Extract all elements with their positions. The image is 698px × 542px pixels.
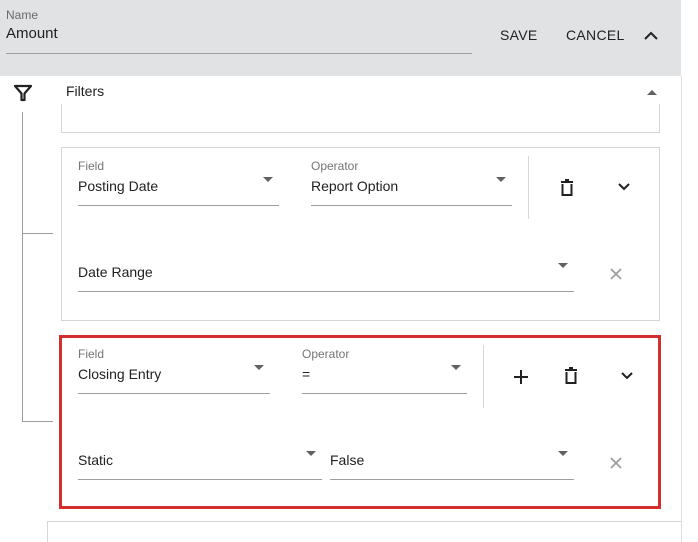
value-select[interactable]: False [330, 452, 364, 468]
action-separator [528, 156, 529, 219]
clear-value-button[interactable] [609, 456, 623, 470]
close-icon [610, 268, 622, 280]
collapse-header-button[interactable] [642, 28, 660, 42]
trash-icon [565, 367, 577, 384]
value-select[interactable]: Date Range [78, 264, 153, 280]
save-button[interactable]: SAVE [500, 27, 538, 43]
value-underline [78, 291, 574, 292]
previous-filter-card [61, 104, 660, 133]
field-select[interactable]: Closing Entry [78, 366, 161, 382]
filters-title: Filters [66, 83, 105, 99]
dropdown-arrow-icon [306, 451, 316, 456]
dropdown-arrow-icon [263, 177, 273, 182]
clear-value-button[interactable] [609, 267, 623, 281]
chevron-up-icon [644, 31, 658, 40]
plus-icon [514, 370, 528, 384]
field-label: Field [78, 347, 105, 361]
delete-group-button[interactable] [563, 367, 579, 385]
filter-toggle[interactable] [13, 83, 33, 103]
panel-right-border [681, 76, 682, 542]
filters-collapse-button[interactable] [646, 88, 658, 96]
field-label: Field [78, 159, 105, 173]
expand-group-button[interactable] [620, 371, 634, 381]
dropdown-arrow-icon [558, 451, 568, 456]
action-separator [483, 345, 484, 408]
chevron-down-icon [621, 372, 633, 380]
dropdown-arrow-icon [558, 263, 568, 268]
dropdown-arrow-icon [451, 365, 461, 370]
triangle-up-icon [647, 90, 657, 95]
filter-icon [13, 84, 33, 102]
cancel-button[interactable]: CANCEL [566, 27, 625, 43]
dropdown-arrow-icon [496, 177, 506, 182]
trash-icon [561, 179, 573, 196]
name-field-input[interactable]: Amount [6, 25, 58, 42]
operator-select[interactable]: Report Option [311, 178, 398, 194]
selected-filter-group-card [59, 335, 661, 509]
operator-label: Operator [302, 347, 350, 361]
value-type-underline [78, 479, 322, 480]
operator-underline [311, 205, 512, 206]
chevron-down-icon [618, 183, 630, 191]
dropdown-arrow-icon [254, 365, 264, 370]
field-underline [78, 205, 279, 206]
filters-container-bottom [47, 521, 681, 542]
tree-branch-2 [22, 421, 53, 422]
operator-select[interactable]: = [302, 366, 310, 382]
tree-branch-1 [22, 233, 53, 234]
name-field-label: Name [6, 8, 39, 22]
filter-group-card [61, 147, 660, 321]
value-type-select[interactable]: Static [78, 452, 113, 468]
delete-group-button[interactable] [559, 179, 575, 197]
add-condition-button[interactable] [513, 369, 529, 385]
close-icon [610, 457, 622, 469]
expand-group-button[interactable] [617, 182, 631, 192]
operator-underline [302, 393, 467, 394]
field-select[interactable]: Posting Date [78, 178, 158, 194]
tree-connector-line [22, 112, 23, 422]
name-field-underline [6, 53, 472, 54]
field-underline [78, 393, 270, 394]
operator-label: Operator [311, 159, 359, 173]
value-underline [330, 479, 574, 480]
